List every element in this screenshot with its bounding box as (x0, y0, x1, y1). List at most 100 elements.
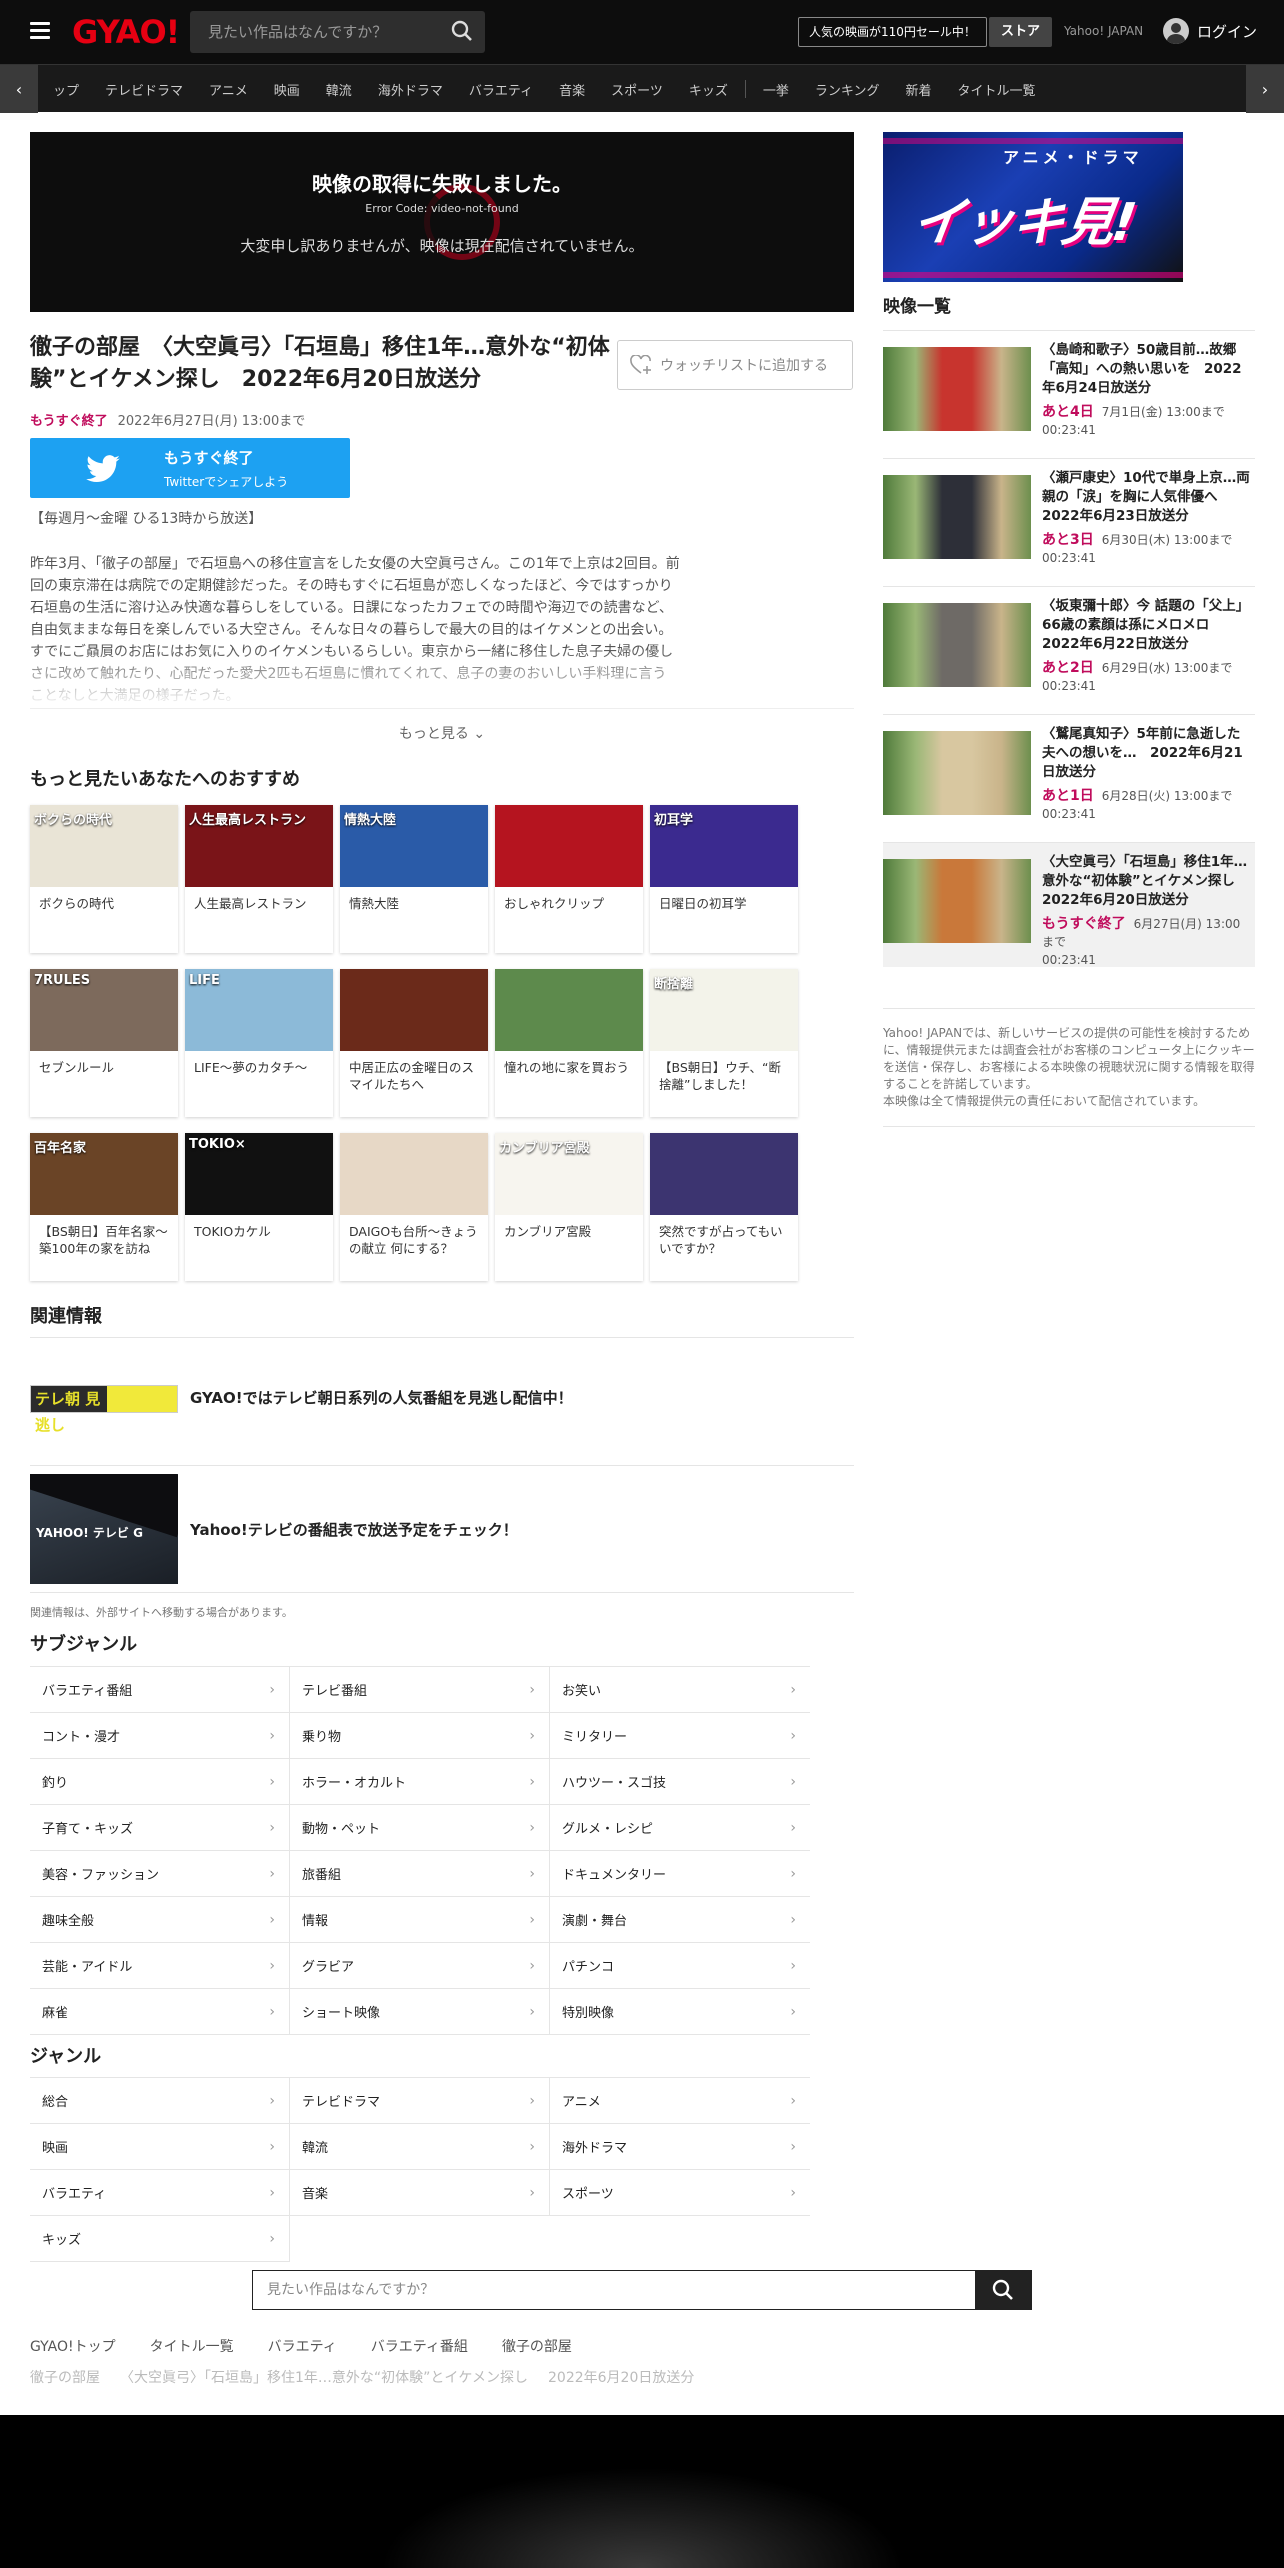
chevron-right-icon: › (790, 2092, 796, 2109)
nav-item[interactable]: 一挙 (763, 80, 789, 99)
breadcrumb-item[interactable]: バラエティ番組 (371, 2336, 468, 2356)
recommend-card[interactable]: TOKIO× TOKIOカケル (185, 1133, 333, 1281)
genre-link[interactable]: コント・漫才 › (30, 1713, 290, 1759)
genre-link[interactable]: グラビア › (290, 1943, 550, 1989)
genre-link[interactable]: キッズ › (30, 2216, 290, 2262)
genre-link[interactable]: テレビ番組 › (290, 1667, 550, 1713)
recommend-card[interactable]: 情熱大陸 情熱大陸 (340, 805, 488, 953)
twitter-share-button[interactable]: もうすぐ終了 Twitterでシェアしよう (30, 438, 350, 498)
genre-link[interactable]: 乗り物 › (290, 1713, 550, 1759)
menu-icon[interactable] (30, 22, 50, 40)
store-button[interactable]: ストア (989, 17, 1053, 47)
header-search-input[interactable] (190, 23, 430, 41)
nav-item[interactable]: 新着 (905, 80, 931, 99)
nav-item[interactable]: テレビドラマ (105, 80, 183, 99)
recommend-card[interactable]: DAIGOも台所～きょうの献立 何にする？ (340, 1133, 488, 1281)
genre-link[interactable]: 麻雀 › (30, 1989, 290, 2035)
related-item[interactable]: テレ朝 見逃し GYAO!ではテレビ朝日系列の人気番組を見逃し配信中！ (30, 1347, 854, 1447)
genre-link[interactable]: ホラー・オカルト › (290, 1759, 550, 1805)
genre-link[interactable]: スポーツ › (550, 2170, 810, 2216)
genre-link[interactable]: 動物・ペット › (290, 1805, 550, 1851)
genre-link[interactable]: ショート映像 › (290, 1989, 550, 2035)
nav-item[interactable]: タイトル一覧 (958, 80, 1036, 99)
genre-link[interactable]: 旅番組 › (290, 1851, 550, 1897)
nav-item[interactable]: ップ (53, 80, 79, 99)
genre-link[interactable]: 海外ドラマ › (550, 2124, 810, 2170)
video-player[interactable]: 映像の取得に失敗しました。 Error Code: video-not-foun… (30, 132, 854, 312)
nav-scroll-right-icon[interactable]: › (1246, 65, 1284, 113)
genre-link[interactable]: 特別映像 › (550, 1989, 810, 2035)
nav-item[interactable]: バラエティ (469, 80, 533, 99)
search-icon[interactable] (451, 20, 473, 42)
genre-link[interactable]: 子育て・キッズ › (30, 1805, 290, 1851)
genre-link[interactable]: アニメ › (550, 2078, 810, 2124)
recommend-card[interactable]: LIFE LIFE～夢のカタチ～ (185, 969, 333, 1117)
video-title: 〈瀬戸康史〉10代で単身上京…両親の「涙」を胸に人気俳優へ 2022年6月23日… (1042, 470, 1250, 524)
recommend-card[interactable]: 中居正広の金曜日のスマイルたちへ (340, 969, 488, 1117)
recommend-card[interactable]: 7RULES セブンルール (30, 969, 178, 1117)
genre-link[interactable]: ドキュメンタリー › (550, 1851, 810, 1897)
genre-link[interactable]: バラエティ番組 › (30, 1667, 290, 1713)
nav-item[interactable]: 音楽 (559, 80, 585, 99)
recommend-card[interactable]: カンブリア宮殿 カンブリア宮殿 (495, 1133, 643, 1281)
breadcrumb-item[interactable]: GYAO!トップ (30, 2336, 116, 2356)
genre-link[interactable]: ハウツー・スゴ技 › (550, 1759, 810, 1805)
genre-label: お笑い (562, 1684, 602, 1699)
chevron-right-icon: › (529, 1773, 535, 1790)
genre-link[interactable]: パチンコ › (550, 1943, 810, 1989)
genre-link[interactable]: 韓流 › (290, 2124, 550, 2170)
video-list-item[interactable]: 〈島崎和歌子〉50歳目前…故郷「高知」への熱い思いを 2022年6月24日放送分… (883, 330, 1255, 455)
video-thumbnail (883, 475, 1031, 559)
genre-link[interactable]: 芸能・アイドル › (30, 1943, 290, 1989)
genre-link[interactable]: 映画 › (30, 2124, 290, 2170)
recommend-card[interactable]: 人生最高レストラン 人生最高レストラン (185, 805, 333, 953)
nav-scroll-left-icon[interactable]: ‹ (0, 65, 38, 113)
show-more-button[interactable]: もっと見る ⌄ (30, 708, 854, 743)
status-badge: もうすぐ終了 (30, 414, 108, 429)
nav-item[interactable]: 韓流 (326, 80, 352, 99)
nav-item[interactable]: 海外ドラマ (378, 80, 443, 99)
genre-link[interactable]: 釣り › (30, 1759, 290, 1805)
genre-link[interactable]: 演劇・舞台 › (550, 1897, 810, 1943)
footer-search-button[interactable] (975, 2271, 1031, 2309)
sale-banner-button[interactable]: 人気の映画が110円セール中！ (798, 17, 987, 47)
footer-search (252, 2270, 1032, 2310)
recommend-card[interactable]: 憧れの地に家を買おう (495, 969, 643, 1117)
video-list-item[interactable]: 〈瀬戸康史〉10代で単身上京…両親の「涙」を胸に人気俳優へ 2022年6月23日… (883, 458, 1255, 583)
video-list-item[interactable]: 〈坂東彌十郎〉今 話題の「父上」66歳の素顔は孫にメロメロ 2022年6月22日… (883, 586, 1255, 711)
genre-link[interactable]: お笑い › (550, 1667, 810, 1713)
disclaimer-text-1: Yahoo! JAPANでは、新しいサービスの提供の可能性を検討するために、情報… (883, 1026, 1255, 1091)
gyao-logo[interactable]: GYAO! (72, 13, 180, 51)
yahoo-japan-link[interactable]: Yahoo! JAPAN (1064, 24, 1143, 38)
nav-item[interactable]: ランキング (815, 80, 880, 99)
genre-link[interactable]: テレビドラマ › (290, 2078, 550, 2124)
breadcrumb-item[interactable]: バラエティ (268, 2336, 337, 2356)
genre-link[interactable]: 総合 › (30, 2078, 290, 2124)
recommend-card[interactable]: 断捨離 【BS朝日】ウチ、“断捨離”しました！ (650, 969, 798, 1117)
nav-item[interactable]: 映画 (274, 80, 300, 99)
recommend-card[interactable]: おしゃれクリップ (495, 805, 643, 953)
video-list-item[interactable]: 〈鷲尾真知子〉5年前に急逝した夫への想いを… 2022年6月21日放送分 あと1日… (883, 714, 1255, 839)
genre-link[interactable]: 音楽 › (290, 2170, 550, 2216)
nav-item[interactable]: アニメ (209, 80, 248, 99)
genre-link[interactable]: ミリタリー › (550, 1713, 810, 1759)
ikkimi-banner[interactable]: アニメ・ドラマ イッキ見! (883, 132, 1183, 282)
genre-link[interactable]: 趣味全般 › (30, 1897, 290, 1943)
nav-item[interactable]: キッズ (689, 80, 728, 99)
footer-search-input[interactable] (253, 2271, 975, 2309)
genre-link[interactable]: グルメ・レシピ › (550, 1805, 810, 1851)
recommend-card[interactable]: 突然ですが占ってもいいですか？ (650, 1133, 798, 1281)
genre-link[interactable]: 情報 › (290, 1897, 550, 1943)
nav-item[interactable]: スポーツ (611, 80, 663, 99)
genre-link[interactable]: 美容・ファッション › (30, 1851, 290, 1897)
add-to-watchlist-button[interactable]: ウォッチリストに追加する (617, 340, 853, 390)
login-button[interactable]: ログイン (1163, 18, 1257, 44)
recommend-card[interactable]: 百年名家 【BS朝日】百年名家～築100年の家を訪ね (30, 1133, 178, 1281)
breadcrumb-item[interactable]: 徹子の部屋 (502, 2336, 572, 2356)
recommend-card[interactable]: ボクらの時代 ボクらの時代 (30, 805, 178, 953)
recommend-card[interactable]: 初耳学 日曜日の初耳学 (650, 805, 798, 953)
breadcrumb-item[interactable]: タイトル一覧 (150, 2336, 234, 2356)
video-list-item[interactable]: 〈大空眞弓〉「石垣島」移住1年…意外な“初体験”とイケメン探し 2022年6月2… (883, 842, 1255, 967)
related-item[interactable]: YAHOO! テレビ G Yahoo!テレビの番組表で放送予定をチェック！ (30, 1474, 854, 1584)
genre-link[interactable]: バラエティ › (30, 2170, 290, 2216)
